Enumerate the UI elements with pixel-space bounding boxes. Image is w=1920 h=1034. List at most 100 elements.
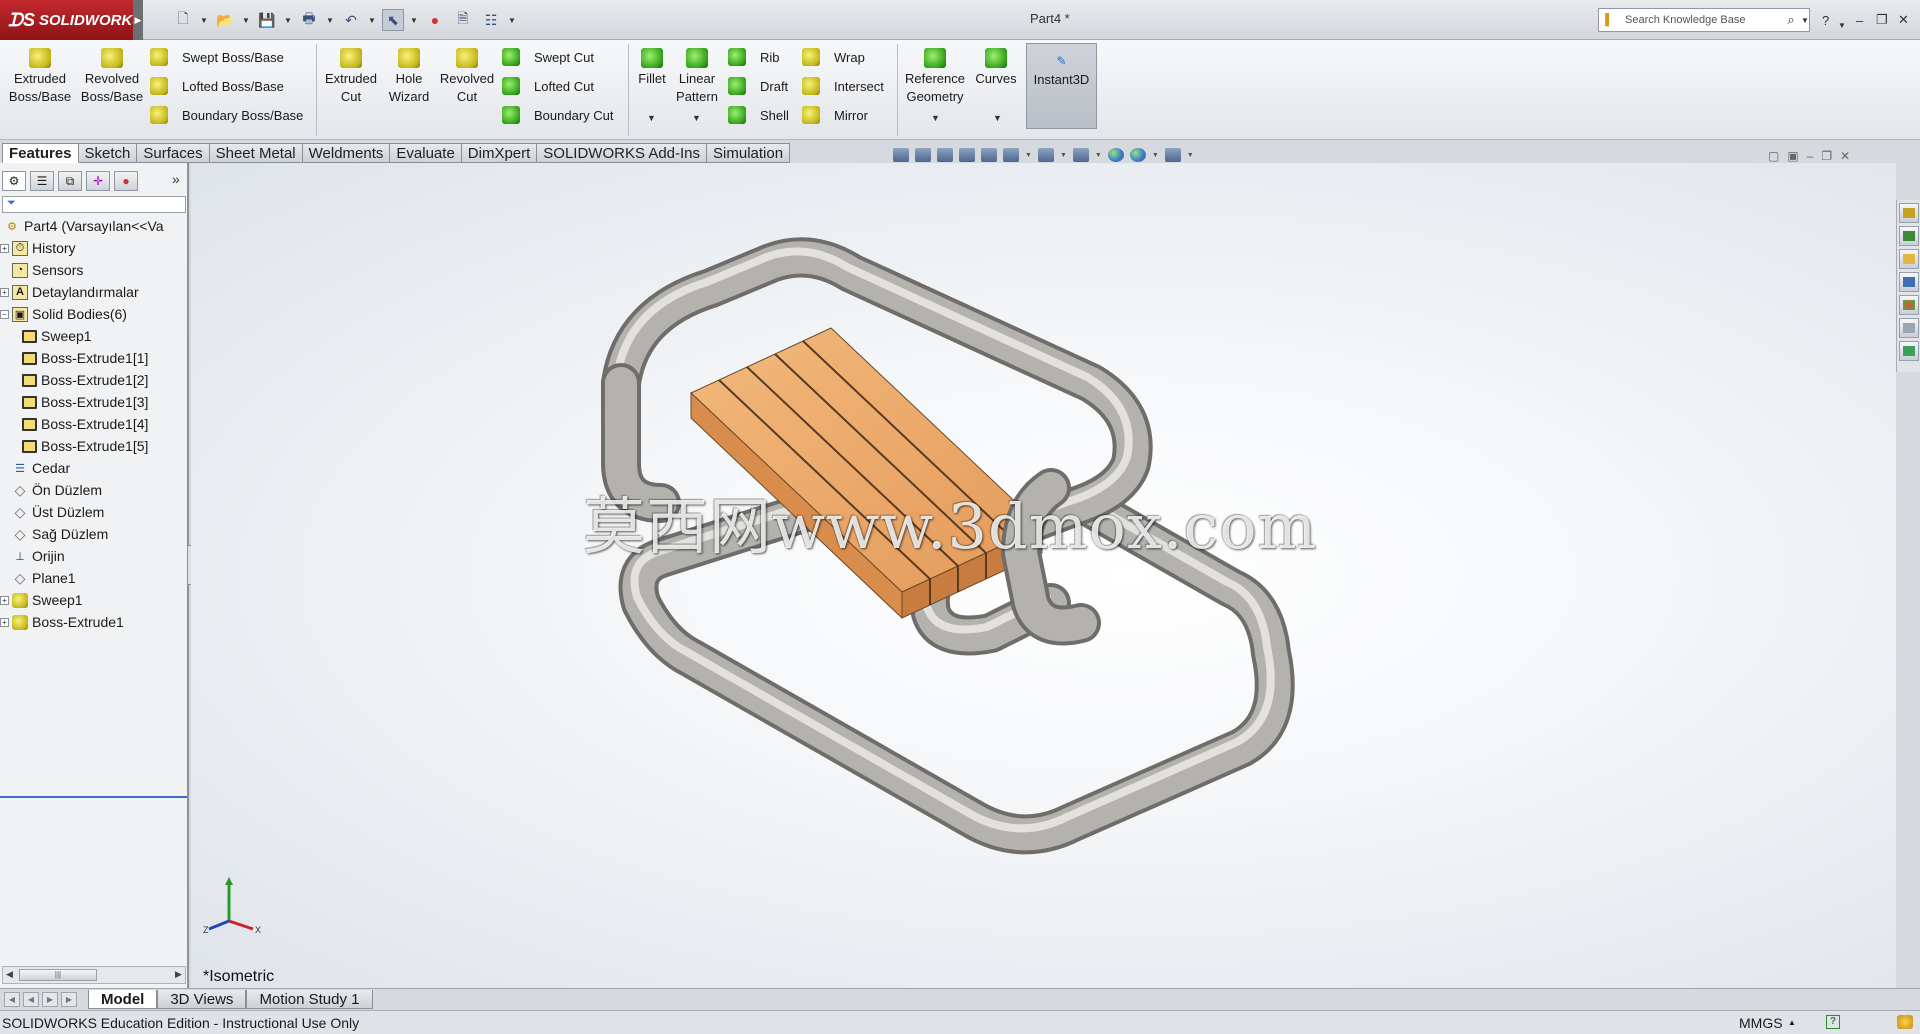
tree-item-material[interactable]: ☰ Cedar bbox=[0, 457, 187, 479]
bottom-tab-motion-study-1[interactable]: Motion Study 1 bbox=[246, 990, 373, 1009]
options-dropdown-icon[interactable]: ▼ bbox=[508, 16, 516, 25]
boundary-cut-button[interactable]: Boundary Cut bbox=[502, 104, 614, 126]
tree-item-sensors[interactable]: ◔ Sensors bbox=[0, 259, 187, 281]
appearances-scenes-icon[interactable] bbox=[1899, 295, 1919, 315]
swept-boss-button[interactable]: Swept Boss/Base bbox=[150, 46, 284, 68]
mirror-button[interactable]: Mirror bbox=[802, 104, 868, 126]
feature-manager-tab-icon[interactable]: ⚙ bbox=[2, 171, 26, 191]
rib-button[interactable]: Rib bbox=[728, 46, 780, 68]
file-properties-icon[interactable]: 🗎 bbox=[452, 9, 474, 31]
scroll-thumb[interactable]: ||| bbox=[19, 969, 97, 981]
solidworks-logo[interactable]: ᗪS SOLIDWORKS bbox=[0, 0, 142, 40]
tree-item-solid-bodies[interactable]: − ▣ Solid Bodies(6) bbox=[0, 303, 187, 325]
print-icon[interactable]: 🖶 bbox=[298, 9, 320, 31]
save-icon[interactable]: 💾 bbox=[256, 9, 278, 31]
viewport-restore-icon[interactable]: ❐ bbox=[1821, 149, 1832, 163]
tree-item-top-plane[interactable]: ◇ Üst Düzlem bbox=[0, 501, 187, 523]
previous-view-icon[interactable] bbox=[937, 148, 953, 162]
dynamic-annotation-icon[interactable] bbox=[981, 148, 997, 162]
graphics-area[interactable]: 莫西网www.3dmox.com Z X *Isometric bbox=[191, 163, 1896, 988]
tree-item-body[interactable]: Sweep1 bbox=[0, 325, 187, 347]
new-document-icon[interactable]: 🗋 bbox=[172, 9, 194, 31]
linear-pattern-dropdown-icon[interactable]: ▼ bbox=[692, 113, 701, 123]
boundary-boss-button[interactable]: Boundary Boss/Base bbox=[150, 104, 303, 126]
display-manager-tab-icon[interactable]: ● bbox=[114, 171, 138, 191]
close-icon[interactable]: ✕ bbox=[1898, 9, 1909, 31]
tree-item-origin[interactable]: ⊥ Orijin bbox=[0, 545, 187, 567]
zoom-to-area-icon[interactable] bbox=[915, 148, 931, 162]
unit-system[interactable]: MMGS bbox=[1739, 1015, 1783, 1031]
expand-icon[interactable]: + bbox=[0, 287, 9, 297]
save-dropdown-icon[interactable]: ▼ bbox=[284, 16, 292, 25]
extruded-cut-button[interactable]: Extruded Cut bbox=[322, 48, 380, 106]
rebuild-status-icon[interactable] bbox=[1897, 1015, 1913, 1029]
edit-appearance-icon[interactable] bbox=[1107, 148, 1124, 162]
tab-surfaces[interactable]: Surfaces bbox=[137, 143, 210, 163]
expand-icon[interactable]: + bbox=[0, 243, 9, 253]
quick-tips-icon[interactable]: ? bbox=[1826, 1015, 1840, 1029]
solidworks-forum-icon[interactable] bbox=[1899, 341, 1919, 361]
hole-wizard-button[interactable]: Hole Wizard bbox=[384, 48, 434, 106]
fillet-dropdown-icon[interactable]: ▼ bbox=[647, 113, 656, 123]
open-folder-icon[interactable]: 📂 bbox=[214, 9, 236, 31]
viewport-minimize-icon[interactable]: – bbox=[1807, 149, 1814, 163]
view-settings-dropdown-icon[interactable]: ▼ bbox=[1187, 152, 1194, 159]
revolved-cut-button[interactable]: Revolved Cut bbox=[438, 48, 496, 106]
intersect-button[interactable]: Intersect bbox=[802, 75, 884, 97]
tree-item-plane1[interactable]: ◇ Plane1 bbox=[0, 567, 187, 589]
apply-scene-dropdown-icon[interactable]: ▼ bbox=[1152, 152, 1159, 159]
select-cursor-icon[interactable]: ⬉ bbox=[382, 9, 404, 31]
options-icon[interactable]: ☷ bbox=[480, 9, 502, 31]
first-tab-icon[interactable]: ◀ bbox=[4, 992, 20, 1007]
tree-item-body[interactable]: Boss-Extrude1[1] bbox=[0, 347, 187, 369]
scroll-right-icon[interactable]: ▶ bbox=[175, 969, 182, 980]
unit-system-dropdown-icon[interactable]: ▲ bbox=[1788, 1018, 1796, 1027]
print-dropdown-icon[interactable]: ▼ bbox=[326, 16, 334, 25]
reference-geometry-dropdown-icon[interactable]: ▼ bbox=[931, 113, 940, 123]
wrap-button[interactable]: Wrap bbox=[802, 46, 865, 68]
curves-dropdown-icon[interactable]: ▼ bbox=[993, 113, 1002, 123]
tab-features[interactable]: Features bbox=[2, 143, 79, 163]
extruded-boss-button[interactable]: Extruded Boss/Base bbox=[8, 48, 72, 106]
property-manager-tab-icon[interactable]: ☰ bbox=[30, 171, 54, 191]
bench-model[interactable] bbox=[191, 163, 1896, 988]
hide-show-items-icon[interactable] bbox=[1072, 148, 1089, 162]
search-knowledge-base-box[interactable]: ▌ Search Knowledge Base ⌕ ▼ bbox=[1598, 8, 1810, 32]
tab-evaluate[interactable]: Evaluate bbox=[390, 143, 462, 163]
hide-show-dropdown-icon[interactable]: ▼ bbox=[1095, 152, 1102, 159]
design-library-icon[interactable] bbox=[1899, 226, 1919, 246]
scroll-left-icon[interactable]: ◀ bbox=[6, 969, 13, 980]
display-style-icon[interactable] bbox=[1037, 148, 1054, 162]
revolved-boss-button[interactable]: Revolved Boss/Base bbox=[78, 48, 146, 106]
expand-icon[interactable]: + bbox=[0, 595, 9, 605]
undo-icon[interactable]: ↶ bbox=[340, 9, 362, 31]
next-tab-icon[interactable]: ▶ bbox=[42, 992, 58, 1007]
view-orientation-dropdown-icon[interactable]: ▼ bbox=[1025, 152, 1032, 159]
previous-tab-icon[interactable]: ◀ bbox=[23, 992, 39, 1007]
tree-item-body[interactable]: Boss-Extrude1[5] bbox=[0, 435, 187, 457]
view-orientation-icon[interactable] bbox=[1003, 148, 1019, 162]
view-settings-icon[interactable] bbox=[1164, 148, 1181, 162]
viewport-close-icon[interactable]: ✕ bbox=[1840, 149, 1850, 163]
curves-button[interactable]: Curves bbox=[972, 48, 1020, 88]
help-icon[interactable]: ? bbox=[1822, 9, 1829, 31]
tab-simulation[interactable]: Simulation bbox=[707, 143, 791, 163]
undo-dropdown-icon[interactable]: ▼ bbox=[368, 16, 376, 25]
configuration-manager-tab-icon[interactable]: ⧉ bbox=[58, 171, 82, 191]
tree-item-body[interactable]: Boss-Extrude1[2] bbox=[0, 369, 187, 391]
viewport-split-icon[interactable]: ▣ bbox=[1787, 149, 1798, 163]
dimxpert-manager-tab-icon[interactable]: ✛ bbox=[86, 171, 110, 191]
instant3d-toggle[interactable]: ✎ Instant3D bbox=[1026, 43, 1097, 129]
display-style-dropdown-icon[interactable]: ▼ bbox=[1060, 152, 1067, 159]
draft-button[interactable]: Draft bbox=[728, 75, 788, 97]
bottom-tab-3d-views[interactable]: 3D Views bbox=[157, 990, 247, 1009]
open-dropdown-icon[interactable]: ▼ bbox=[242, 16, 250, 25]
custom-properties-icon[interactable] bbox=[1899, 318, 1919, 338]
last-tab-icon[interactable]: ▶ bbox=[61, 992, 77, 1007]
tab-sketch[interactable]: Sketch bbox=[78, 143, 138, 163]
tree-item-sweep1[interactable]: + Sweep1 bbox=[0, 589, 187, 611]
lofted-cut-button[interactable]: Lofted Cut bbox=[502, 75, 594, 97]
bottom-tab-model[interactable]: Model bbox=[88, 990, 158, 1009]
apply-scene-icon[interactable] bbox=[1129, 148, 1146, 162]
zoom-to-fit-icon[interactable] bbox=[893, 148, 909, 162]
